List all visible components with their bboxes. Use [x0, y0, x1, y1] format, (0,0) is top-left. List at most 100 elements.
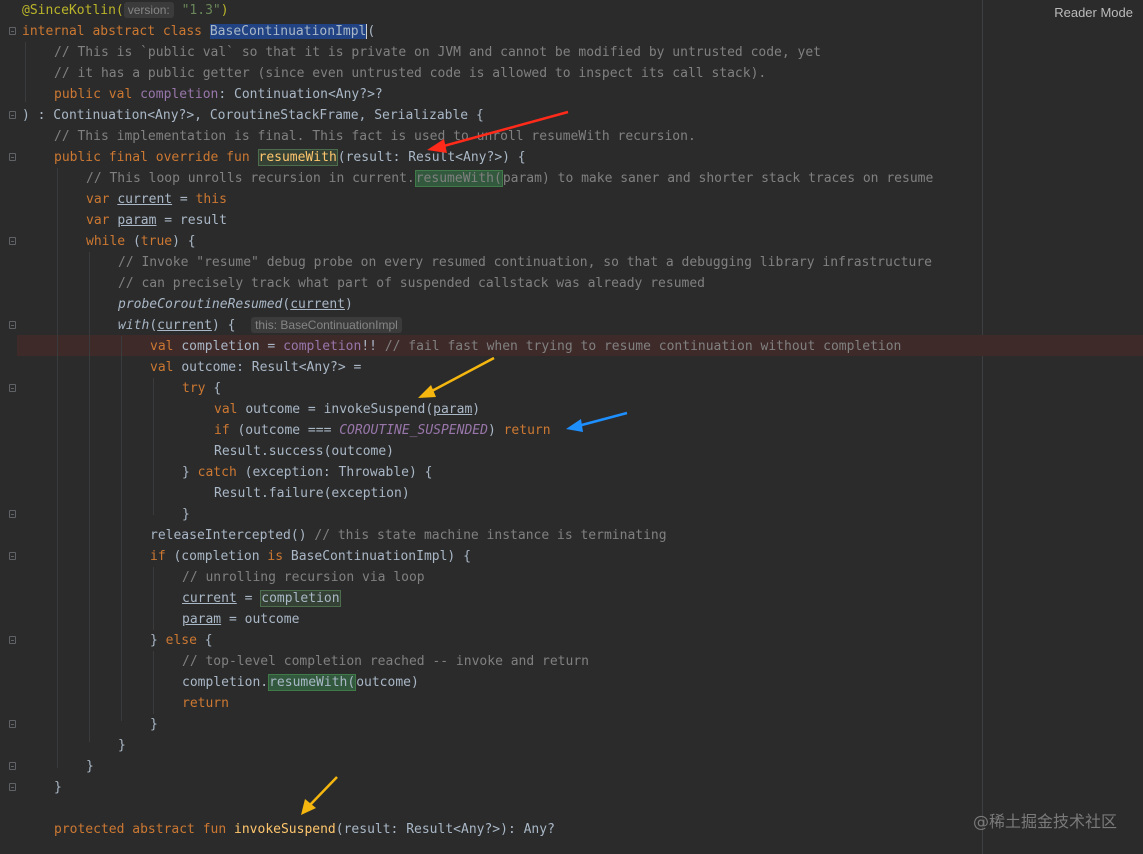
variable: current [117, 192, 173, 207]
code-line-15[interactable]: probeCoroutineResumed(current) [118, 294, 353, 315]
fold-marker[interactable] [9, 552, 16, 560]
code-line-35[interactable]: } [150, 714, 158, 735]
code-line-16[interactable]: with(current) { this: BaseContinuationIm… [118, 315, 402, 336]
brace: { [204, 633, 213, 648]
assignment: = outcome [221, 612, 300, 627]
type: : Continuation<Any?>? [218, 87, 383, 102]
keyword: catch [197, 465, 245, 480]
declaration: completion = [181, 339, 284, 354]
assignment: = result [156, 213, 227, 228]
code-line-31[interactable]: } else { [150, 630, 213, 651]
indent-guide [153, 378, 154, 515]
code-line-10[interactable]: var current = this [86, 189, 227, 210]
code-line-33[interactable]: completion.resumeWith(outcome) [182, 672, 419, 693]
code-line-12[interactable]: while (true) { [86, 231, 196, 252]
paren: ) [472, 402, 481, 417]
code-line-29[interactable]: current = completion [182, 588, 341, 609]
fold-marker[interactable] [9, 783, 16, 791]
variable: param [433, 402, 473, 417]
indent-guide [121, 336, 122, 721]
code-line-30[interactable]: param = outcome [182, 609, 299, 630]
code-line-2[interactable]: internal abstract class BaseContinuation… [22, 21, 375, 42]
fold-marker[interactable] [9, 237, 16, 245]
fold-marker[interactable] [9, 111, 16, 119]
code-line-19[interactable]: try { [182, 378, 221, 399]
paren: ) [487, 423, 504, 438]
condition: (outcome === [237, 423, 340, 438]
keyword: public final override fun [54, 150, 258, 165]
fold-marker[interactable] [9, 510, 16, 518]
code-line-26[interactable]: releaseIntercepted() // this state machi… [150, 525, 667, 546]
keyword: else [165, 633, 205, 648]
code-line-14[interactable]: // can precisely track what part of susp… [118, 273, 705, 294]
code-line-23[interactable]: } catch (exception: Throwable) { [182, 462, 432, 483]
code-line-22[interactable]: Result.success(outcome) [214, 441, 394, 462]
code-line-37[interactable]: } [86, 756, 94, 777]
fold-marker[interactable] [9, 636, 16, 644]
code-line-21[interactable]: if (outcome === COROUTINE_SUSPENDED) ret… [214, 420, 551, 441]
keyword: this [195, 192, 227, 207]
variable: param [117, 213, 157, 228]
code-line-38[interactable]: } [54, 777, 62, 798]
code-line-34[interactable]: return [182, 693, 229, 714]
keyword: true [140, 234, 173, 249]
watermark: @稀土掘金技术社区 [972, 812, 1117, 831]
variable: current [182, 591, 237, 606]
operator: = [172, 192, 196, 207]
code-line-5[interactable]: public val completion: Continuation<Any?… [54, 84, 383, 105]
usage-highlight: resumeWith( [268, 674, 357, 691]
code-line-13[interactable]: // Invoke "resume" debug probe on every … [118, 252, 932, 273]
code-line-9[interactable]: // This loop unrolls recursion in curren… [86, 168, 933, 189]
code-line-6[interactable]: ) : Continuation<Any?>, CoroutineStackFr… [22, 105, 484, 126]
fold-marker[interactable] [9, 762, 16, 770]
fold-marker[interactable] [9, 27, 16, 35]
call: releaseIntercepted() [150, 528, 315, 543]
code-line-24[interactable]: Result.failure(exception) [214, 483, 410, 504]
annotation: @SinceKotlin( [22, 3, 124, 18]
keyword: val [150, 339, 182, 354]
params: (result: Result<Any?>) { [337, 150, 526, 165]
smart-cast-highlight: completion [260, 590, 341, 607]
code-editor[interactable]: @SinceKotlin(version: "1.3") internal ab… [0, 0, 1143, 854]
code-line-20[interactable]: val outcome = invokeSuspend(param) [214, 399, 480, 420]
variable: param [182, 612, 222, 627]
code-line-27[interactable]: if (completion is BaseContinuationImpl) … [150, 546, 471, 567]
comment: // this state machine instance is termin… [314, 528, 667, 543]
code-line-1[interactable]: @SinceKotlin(version: "1.3") [22, 0, 229, 21]
code-line-28[interactable]: // unrolling recursion via loop [182, 567, 425, 588]
indent-guide [89, 252, 90, 742]
code-line-11[interactable]: var param = result [86, 210, 227, 231]
code-line-17[interactable]: val completion = completion!! // fail fa… [150, 336, 901, 357]
code-line-3[interactable]: // This is `public val` so that it is pr… [54, 42, 821, 63]
reader-mode-button[interactable]: Reader Mode [1054, 5, 1133, 20]
code-line-36[interactable]: } [118, 735, 126, 756]
receiver-hint: this: BaseContinuationImpl [251, 317, 402, 333]
function-call: probeCoroutineResumed [118, 297, 283, 312]
brace: } [182, 465, 198, 480]
paren: ( [367, 24, 376, 39]
keyword: if [150, 549, 174, 564]
code-line-4[interactable]: // it has a public getter (since even un… [54, 63, 766, 84]
code-line-18[interactable]: val outcome: Result<Any?> = [150, 357, 361, 378]
code-line-8[interactable]: public final override fun resumeWith(res… [54, 147, 526, 168]
fold-marker[interactable] [9, 384, 16, 392]
string-literal: "1.3" [181, 3, 221, 18]
keyword: public val [54, 87, 141, 102]
code-line-32[interactable]: // top-level completion reached -- invok… [182, 651, 589, 672]
annotation-close: ) [220, 3, 229, 18]
variable: current [290, 297, 345, 312]
keyword: protected abstract fun [54, 822, 235, 837]
params: (exception: Throwable) { [244, 465, 433, 480]
code-line-7[interactable]: // This implementation is final. This fa… [54, 126, 696, 147]
code-line-40[interactable]: protected abstract fun invokeSuspend(res… [54, 819, 555, 840]
code-line-25[interactable]: } [182, 504, 190, 525]
keyword: try [182, 381, 214, 396]
fold-marker[interactable] [9, 153, 16, 161]
keyword: var [86, 192, 118, 207]
fold-marker[interactable] [9, 720, 16, 728]
variable: current [157, 318, 212, 333]
indent-guide [153, 567, 154, 630]
paren: ( [149, 318, 158, 333]
fold-marker[interactable] [9, 321, 16, 329]
comment: // This loop unrolls recursion in curren… [86, 171, 415, 186]
